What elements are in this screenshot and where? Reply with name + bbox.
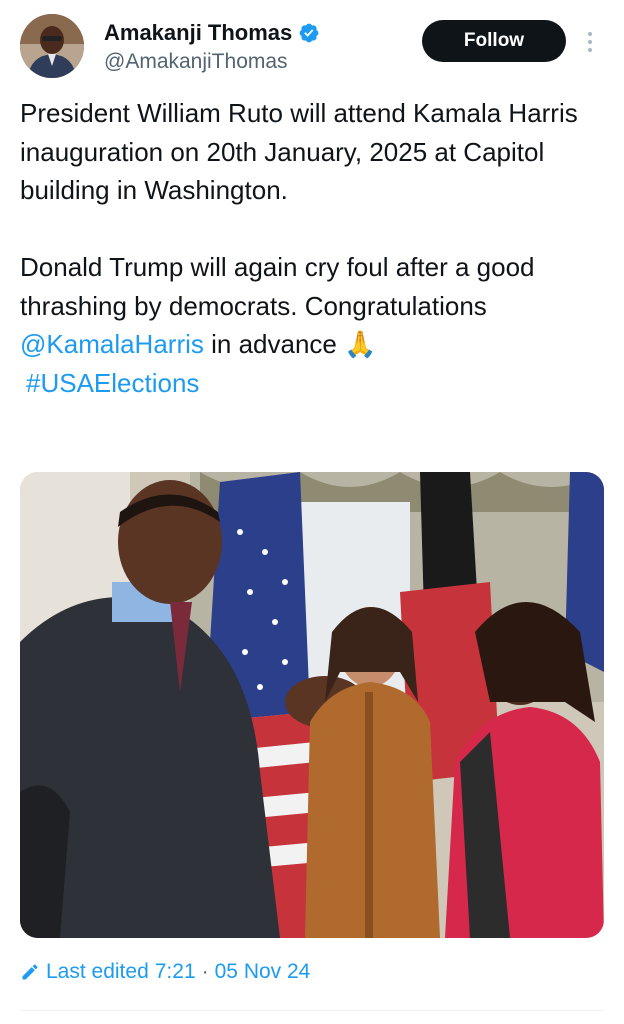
dot-separator: · bbox=[201, 960, 209, 983]
edited-time: 7:21 bbox=[154, 960, 196, 983]
tweet-paragraph-1: President William Ruto will attend Kamal… bbox=[20, 98, 578, 205]
last-edited-label: Last edited bbox=[46, 960, 149, 983]
verified-badge-icon bbox=[299, 23, 319, 43]
edit-info[interactable]: Last edited 7:21 · 05 Nov 24 bbox=[20, 960, 310, 984]
avatar[interactable] bbox=[20, 14, 84, 78]
display-name[interactable]: Amakanji Thomas bbox=[104, 20, 292, 46]
follow-button[interactable]: Follow bbox=[422, 20, 566, 62]
hashtag-link[interactable]: #USAElections bbox=[20, 364, 610, 403]
more-vertical-icon[interactable] bbox=[582, 28, 598, 56]
name-row: Amakanji Thomas bbox=[104, 20, 320, 46]
edited-date: 05 Nov 24 bbox=[214, 960, 311, 983]
tweet-paragraph-2: Donald Trump will again cry foul after a… bbox=[20, 248, 610, 402]
tweet-paragraph-2-tail: in advance bbox=[211, 329, 337, 359]
tweet-body: President William Ruto will attend Kamal… bbox=[20, 94, 610, 402]
user-handle[interactable]: @AmakanjiThomas bbox=[104, 50, 288, 74]
avatar-image bbox=[20, 14, 84, 78]
folded-hands-emoji: 🙏 bbox=[344, 329, 377, 359]
tweet-photo[interactable] bbox=[20, 472, 604, 938]
photo-of-four-people-with-flags bbox=[20, 472, 604, 938]
divider bbox=[20, 1010, 604, 1011]
pencil-icon bbox=[22, 964, 38, 980]
mention-link[interactable]: @KamalaHarris bbox=[20, 329, 204, 359]
tweet-header: Amakanji Thomas @AmakanjiThomas Follow bbox=[20, 14, 610, 82]
tweet-paragraph-2-text: Donald Trump will again cry foul after a… bbox=[20, 252, 535, 321]
